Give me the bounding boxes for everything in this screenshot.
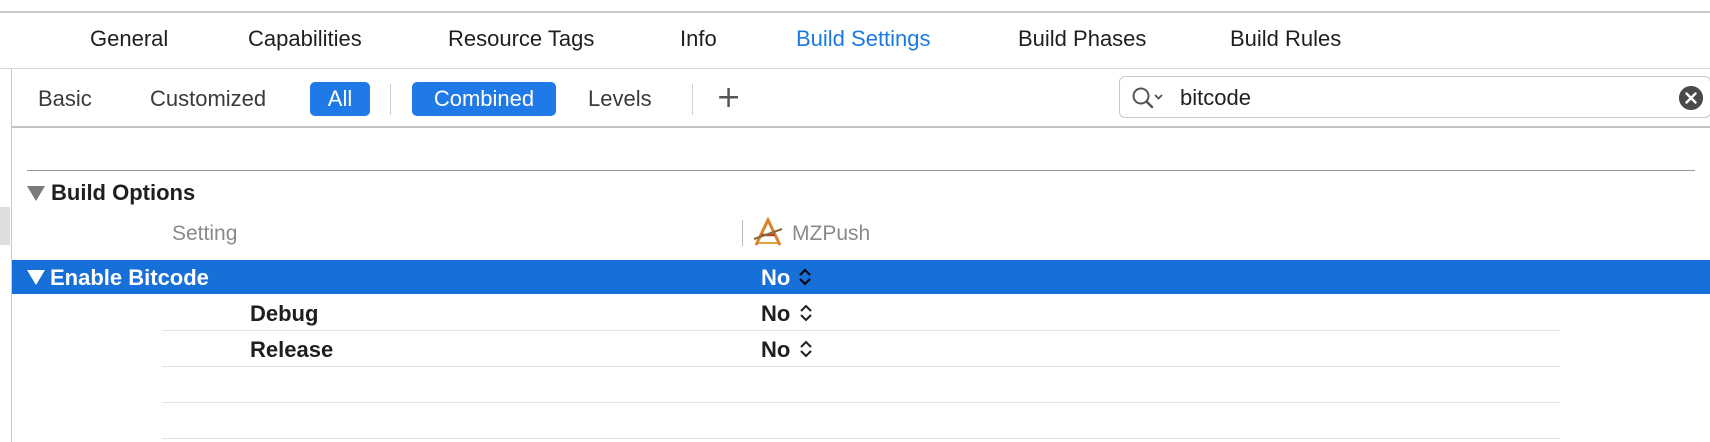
popup-stepper-icon[interactable] [798, 267, 812, 287]
row-divider [162, 366, 1560, 367]
build-settings-filter-bar: Basic Customized All Combined Levels + b… [12, 69, 1710, 125]
view-combined-button[interactable]: Combined [412, 82, 556, 116]
filter-all-button[interactable]: All [310, 82, 370, 116]
filter-customized-button[interactable]: Customized [150, 82, 266, 116]
section-divider [27, 170, 1695, 171]
filter-separator [390, 84, 391, 115]
tab-general[interactable]: General [90, 26, 168, 52]
magnifier-dropdown-icon[interactable] [1130, 85, 1166, 111]
section-title: Build Options [51, 180, 196, 205]
popup-stepper-icon[interactable] [799, 339, 813, 359]
column-divider [742, 220, 743, 246]
row-divider [162, 402, 1560, 403]
clear-icon[interactable] [1679, 86, 1703, 110]
filter-basic-button[interactable]: Basic [38, 82, 92, 116]
setting-row-enable-bitcode[interactable]: Enable Bitcode No [12, 260, 1710, 294]
config-row-value-debug[interactable]: No [761, 301, 790, 327]
config-row-label-release: Release [250, 337, 334, 362]
sidebar-scroll-marker [0, 207, 10, 245]
config-row-value-release[interactable]: No [761, 337, 790, 363]
column-header-target: MZPush [792, 222, 871, 245]
filter-bar-divider [12, 126, 1710, 128]
tab-capabilities[interactable]: Capabilities [248, 26, 362, 52]
search-field[interactable]: bitcode [1119, 76, 1710, 118]
disclosure-triangle-icon[interactable] [27, 186, 45, 201]
editor-tab-bar: General Capabilities Resource Tags Info … [0, 13, 1710, 70]
tab-resource-tags[interactable]: Resource Tags [448, 26, 594, 52]
filter-separator [692, 84, 693, 115]
target-app-icon [753, 217, 783, 246]
popup-stepper-icon[interactable] [799, 303, 813, 323]
tab-info[interactable]: Info [680, 26, 717, 52]
row-divider [162, 330, 1560, 331]
row-divider [162, 438, 1560, 439]
setting-name: Enable Bitcode [50, 265, 209, 290]
disclosure-triangle-icon[interactable] [27, 270, 45, 285]
add-setting-button[interactable]: + [716, 81, 741, 115]
tab-build-rules[interactable]: Build Rules [1230, 26, 1341, 52]
setting-value[interactable]: No [761, 265, 790, 291]
view-levels-button[interactable]: Levels [588, 82, 652, 116]
search-input[interactable]: bitcode [1180, 85, 1251, 111]
config-row-label-debug: Debug [250, 301, 319, 326]
tab-build-phases[interactable]: Build Phases [1018, 26, 1146, 52]
tab-build-settings[interactable]: Build Settings [796, 26, 931, 52]
column-header-setting: Setting [172, 222, 238, 245]
